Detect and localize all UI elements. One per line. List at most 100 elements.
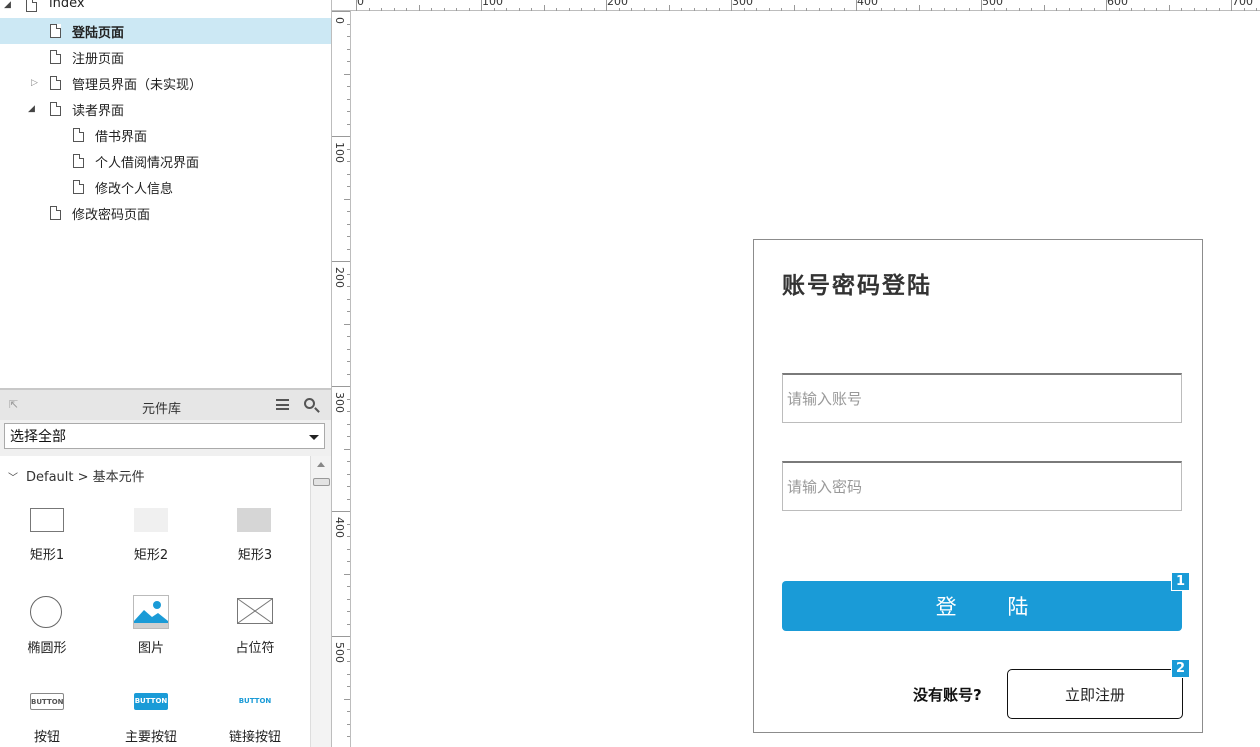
ruler-tick — [347, 223, 350, 225]
page-tree: ◢ index 登陆页面 注册页面 ▷ 管理员界面（未实现） ◢ 读者界面 借书… — [0, 0, 331, 388]
ruler-tick — [347, 311, 350, 312]
page-icon — [73, 128, 84, 142]
tree-item-admin[interactable]: ▷ 管理员界面（未实现） — [0, 70, 331, 96]
ruler-tick — [1181, 8, 1182, 11]
ruler-tick — [418, 5, 420, 11]
ruler-label: 400 — [333, 517, 346, 538]
login-title: 账号密码登陆 — [782, 273, 932, 299]
ruler-tick — [618, 8, 620, 11]
ruler-label: 500 — [982, 0, 1003, 8]
ruler-tick — [332, 636, 350, 637]
ruler-tick — [347, 673, 350, 675]
ruler-tick — [347, 411, 350, 412]
ruler-tick — [456, 8, 457, 11]
tree-item-edit-profile[interactable]: 修改个人信息 — [0, 174, 331, 200]
tree-item-label: 修改密码页面 — [72, 208, 151, 223]
register-button[interactable]: 立即注册 — [1007, 669, 1183, 719]
ruler-corner — [331, 0, 351, 11]
ruler-tick — [347, 348, 350, 350]
ruler-label: 100 — [333, 142, 346, 163]
library-select[interactable]: 选择全部 — [4, 423, 325, 449]
ruler-tick — [518, 8, 520, 11]
ruler-tick — [1193, 8, 1195, 11]
ruler-tick — [347, 48, 350, 50]
ruler-tick — [493, 8, 495, 11]
tree-item-index[interactable]: ◢ index — [0, 0, 331, 18]
widget-link-button[interactable]: BUTTON 链接按钮 — [215, 680, 295, 747]
ruler-tick — [718, 8, 720, 11]
scrollbar-thumb[interactable] — [313, 478, 330, 486]
ruler-tick — [347, 398, 350, 400]
ruler-tick — [356, 0, 357, 11]
library-select-value: 选择全部 — [10, 429, 66, 445]
ruler-tick — [481, 0, 482, 11]
library-scrollbar[interactable] — [310, 456, 331, 747]
widget-label: 椭圆形 — [27, 641, 67, 656]
widget-label: 占位符 — [235, 641, 275, 656]
tree-item-borrow-status[interactable]: 个人借阅情况界面 — [0, 148, 331, 174]
ruler-tick — [347, 498, 350, 500]
rectangle-light-icon — [134, 508, 168, 532]
ruler-tick — [332, 511, 350, 512]
ruler-tick — [1156, 8, 1157, 11]
ruler-tick — [347, 236, 350, 237]
expand-open-icon[interactable]: ◢ — [4, 0, 14, 10]
tree-item-login[interactable]: 登陆页面 — [0, 18, 331, 44]
ruler-tick — [1206, 8, 1207, 11]
ruler-tick — [606, 0, 607, 11]
ruler-tick — [347, 736, 350, 737]
tree-item-borrow[interactable]: 借书界面 — [0, 122, 331, 148]
ruler-tick — [347, 598, 350, 600]
ruler-tick — [543, 5, 545, 11]
ruler-tick — [347, 173, 350, 175]
widget-button[interactable]: BUTTON 按钮 — [7, 680, 87, 747]
tree-item-label: 修改个人信息 — [95, 182, 174, 197]
search-icon[interactable] — [304, 398, 315, 409]
ruler-tick — [347, 123, 350, 125]
library-group-label: Default > 基本元件 — [26, 470, 145, 485]
widget-primary-button[interactable]: BUTTON 主要按钮 — [111, 680, 191, 747]
ruler-tick — [443, 8, 445, 11]
scroll-up-icon[interactable] — [317, 462, 325, 467]
widget-rectangle-1[interactable]: 矩形1 — [7, 496, 87, 576]
widget-rectangle-3[interactable]: 矩形3 — [215, 496, 295, 576]
ruler-tick — [332, 261, 350, 262]
ruler-tick — [347, 373, 350, 375]
widget-image[interactable]: 图片 — [111, 587, 191, 667]
expand-closed-icon[interactable]: ▷ — [31, 78, 41, 88]
ruler-tick — [347, 548, 350, 550]
ellipse-icon — [30, 596, 62, 628]
account-input[interactable] — [782, 373, 1182, 423]
expand-open-icon[interactable]: ◢ — [28, 104, 38, 114]
tree-item-reader[interactable]: ◢ 读者界面 — [0, 96, 331, 122]
chevron-down-icon: ﹀ — [8, 473, 18, 484]
tree-item-change-password[interactable]: 修改密码页面 — [0, 200, 331, 226]
page-icon — [73, 180, 84, 194]
ruler-tick — [347, 298, 350, 300]
ruler-tick — [406, 8, 407, 11]
ruler-tick — [731, 0, 732, 11]
password-input[interactable] — [782, 461, 1182, 511]
login-button[interactable]: 登 陆 — [782, 581, 1182, 631]
menu-icon[interactable] — [276, 399, 289, 410]
page-icon — [50, 50, 61, 64]
ruler-tick — [656, 8, 657, 11]
widget-label: 图片 — [137, 641, 164, 656]
ruler-tick — [347, 648, 350, 650]
ruler-tick — [1006, 8, 1007, 11]
ruler-label: 400 — [857, 0, 878, 8]
widget-label: 主要按钮 — [124, 730, 177, 745]
tree-item-label: 个人借阅情况界面 — [95, 156, 200, 171]
ruler-tick — [347, 98, 350, 100]
widget-label: 矩形1 — [29, 548, 65, 563]
widget-placeholder[interactable]: 占位符 — [215, 587, 295, 667]
ruler-tick — [347, 523, 350, 525]
ruler-tick — [347, 111, 350, 112]
tree-item-register[interactable]: 注册页面 — [0, 44, 331, 70]
library-group-header[interactable]: ﹀ Default > 基本元件 — [8, 466, 145, 485]
widget-rectangle-2[interactable]: 矩形2 — [111, 496, 191, 576]
ruler-tick — [906, 8, 907, 11]
ruler-tick — [347, 611, 350, 612]
widget-ellipse[interactable]: 椭圆形 — [7, 587, 87, 667]
collapse-panel-icon[interactable]: ⇱ — [9, 398, 18, 411]
